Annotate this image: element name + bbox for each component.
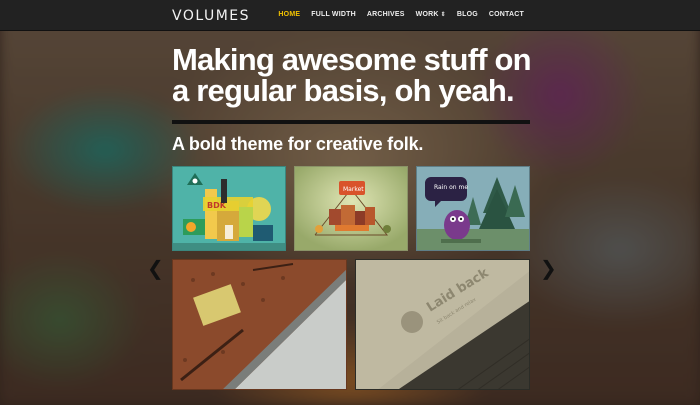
nav-blog[interactable]: BLOG: [457, 11, 478, 18]
workbench-photo: [173, 260, 346, 389]
nav-work[interactable]: WORK ⇕: [416, 11, 446, 18]
market-illustration: Market: [295, 167, 407, 250]
chevron-right-icon[interactable]: ❯: [540, 256, 557, 280]
chevron-down-icon: ⇕: [440, 12, 446, 18]
nav-work-label: WORK: [415, 11, 439, 18]
nav-contact[interactable]: CONTACT: [489, 11, 524, 18]
site-logo[interactable]: VOLUMES: [172, 8, 250, 24]
top-navigation-bar: VOLUMES HOME FULL WIDTH ARCHIVES WORK ⇕ B…: [0, 0, 700, 31]
nav-archives[interactable]: ARCHIVES: [367, 11, 405, 18]
market-sign-text: Market: [343, 186, 364, 193]
chevron-left-icon[interactable]: ❮: [147, 256, 164, 280]
laidback-card-photo: Laid back Sit back and relax: [356, 260, 529, 389]
portfolio-thumbnail-laidback-card[interactable]: Laid back Sit back and relax: [355, 259, 530, 390]
portfolio-thumbnail-monster[interactable]: Rain on me: [416, 166, 530, 251]
main-nav: HOME FULL WIDTH ARCHIVES WORK ⇕ BLOG CONT…: [278, 11, 524, 18]
speech-bubble-text: Rain on me: [434, 184, 468, 191]
nav-full-width[interactable]: FULL WIDTH: [311, 11, 356, 18]
headline-divider: [172, 120, 530, 124]
city-illustration: BDK: [173, 167, 285, 250]
hero-headline-line-1: Making awesome stuff on: [172, 42, 532, 77]
hero-tagline: A bold theme for creative folk.: [172, 134, 424, 154]
portfolio-thumbnail-market[interactable]: Market: [294, 166, 408, 251]
hero-headline-line-2: a regular basis, oh yeah.: [172, 73, 515, 108]
hero-headline: Making awesome stuff on a regular basis,…: [172, 44, 552, 106]
portfolio-thumbnail-city[interactable]: BDK: [172, 166, 286, 251]
monster-illustration: Rain on me: [417, 167, 529, 250]
portfolio-thumbnail-workbench[interactable]: [172, 259, 347, 390]
nav-home[interactable]: HOME: [278, 11, 300, 18]
